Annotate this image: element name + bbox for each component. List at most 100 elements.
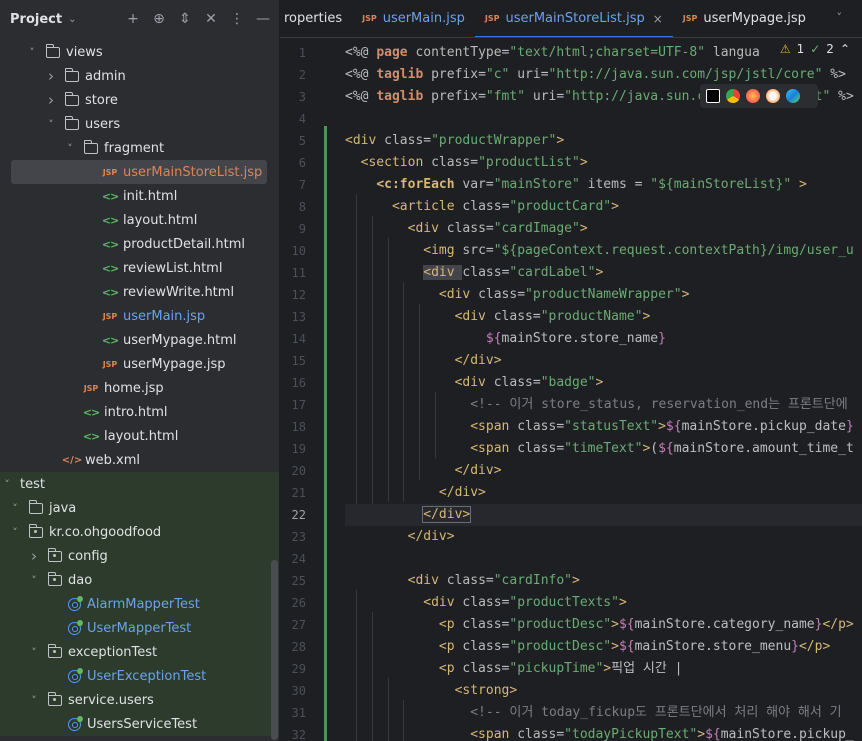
chevron-down-icon[interactable]: ˅	[27, 694, 41, 707]
code-token: class	[462, 639, 502, 654]
tree-item[interactable]: UserMapperTest	[0, 616, 279, 640]
tree-item[interactable]: UserExceptionTest	[0, 664, 279, 688]
jsp-file-icon: JSP	[484, 14, 500, 23]
tree-item[interactable]: <> layout.html	[0, 208, 279, 232]
hide-panel-icon[interactable]: —	[255, 11, 271, 27]
chevron-up-icon[interactable]: ⌃	[840, 42, 850, 56]
tree-item[interactable]: <> reviewList.html	[0, 256, 279, 280]
code-token: =	[532, 375, 541, 390]
tree-item[interactable]: <> init.html	[0, 184, 279, 208]
code-token: class	[462, 595, 502, 610]
chevron-right-icon[interactable]: ›	[44, 91, 58, 109]
line-number: 22	[291, 508, 306, 522]
code-token: "productList"	[478, 155, 580, 170]
safari-icon[interactable]	[766, 89, 780, 103]
tree-item[interactable]: JSP userMain.jsp	[0, 304, 279, 328]
tree-item[interactable]: <> intro.html	[0, 400, 279, 424]
html-file-icon: <>	[82, 405, 100, 419]
tab-userMain-jsp[interactable]: JSP userMain.jsp	[352, 0, 475, 37]
tree-item[interactable]: ˅ views	[0, 40, 279, 64]
firefox-icon[interactable]	[746, 89, 760, 103]
code-line: </div>	[345, 526, 455, 548]
line-number: 25	[291, 574, 306, 588]
tree-item[interactable]: <> userMypage.html	[0, 328, 279, 352]
tree-item[interactable]: › config	[0, 544, 279, 568]
jsp-file-icon: JSP	[83, 381, 99, 395]
tree-item[interactable]: ˅ java	[0, 496, 279, 520]
tab-userMypage-jsp[interactable]: JSP userMypage.jsp	[673, 0, 816, 37]
tree-item[interactable]: ˅ fragment	[0, 136, 279, 160]
new-file-icon[interactable]: +	[125, 11, 141, 27]
tree-item[interactable]: ˅ users	[0, 112, 279, 136]
tree-item[interactable]: <> layout.html	[0, 424, 279, 448]
code-token: "fmt"	[485, 89, 526, 104]
tree-item[interactable]: ˅ kr.co.ohgoodfood	[0, 520, 279, 544]
code-token: >	[611, 617, 619, 632]
chevron-down-icon[interactable]: ˅	[44, 118, 58, 131]
tab-properties[interactable]: roperties	[280, 0, 352, 37]
code-token: "timeText"	[564, 441, 643, 456]
inspection-widget[interactable]: ⚠ 1 ✓ 2 ⌃	[775, 40, 854, 58]
chevron-down-icon[interactable]: ˅	[27, 646, 41, 659]
code-token: items	[579, 177, 635, 192]
chevron-down-icon[interactable]: ˅	[8, 526, 22, 539]
tree-item-label: kr.co.ohgoodfood	[49, 524, 162, 540]
more-options-icon[interactable]: ⋮	[229, 11, 245, 27]
tab-userMainStoreList-jsp[interactable]: JSP userMainStoreList.jsp ×	[474, 0, 673, 37]
code-line: </div>	[345, 504, 862, 526]
chevron-down-icon[interactable]: ˅	[27, 574, 41, 587]
tree-item[interactable]: AlarmMapperTest	[0, 592, 279, 616]
tab-list-chevron-icon[interactable]: ˅	[837, 11, 843, 24]
tree-item[interactable]: › admin	[0, 64, 279, 88]
close-icon[interactable]: ×	[653, 12, 663, 26]
tree-item[interactable]: </> web.xml	[0, 448, 279, 472]
code-token: mainStore.category_name	[634, 617, 815, 632]
tree-item[interactable]: ˅ exceptionTest	[0, 640, 279, 664]
chevron-right-icon[interactable]: ›	[44, 67, 58, 85]
line-number: 21	[291, 486, 306, 500]
chevron-right-icon[interactable]: ›	[27, 547, 41, 565]
html-file-icon: <>	[102, 261, 119, 275]
chevron-down-icon[interactable]: ˅	[8, 502, 22, 515]
tree-item[interactable]: ˅ test	[0, 472, 279, 496]
code-area[interactable]: <%@ page contentType = "text/html;charset=…	[345, 38, 862, 741]
line-number: 30	[291, 684, 306, 698]
code-token: <!-- 이거 today_fickup도 프론트단에서 처리 해야 해서 기	[470, 705, 842, 720]
chevron-down-icon[interactable]: ˅	[25, 46, 39, 59]
ok-count: 2	[826, 42, 834, 56]
tree-item[interactable]: <> productDetail.html	[0, 232, 279, 256]
tree-item[interactable]: UsersServiceTest	[0, 712, 279, 736]
code-token: </p>	[798, 639, 831, 654]
project-title[interactable]: Project	[10, 12, 62, 27]
code-token: >	[658, 419, 666, 434]
tree-item[interactable]: <> reviewWrite.html	[0, 280, 279, 304]
tab-label: userMainStoreList.jsp	[505, 11, 645, 26]
tree-scrollbar[interactable]	[271, 560, 278, 740]
tree-item-label: dao	[68, 572, 93, 588]
test-class-icon	[67, 619, 83, 635]
expand-all-icon[interactable]: ⇕	[177, 11, 193, 27]
chrome-icon[interactable]	[726, 89, 740, 103]
tree-item[interactable]: › store	[0, 88, 279, 112]
code-token: "todayPickupText"	[564, 727, 698, 741]
tree-item[interactable]: ˅ service.users	[0, 688, 279, 712]
tree-item[interactable]: JSP userMypage.jsp	[0, 352, 279, 376]
chevron-down-icon[interactable]: ˅	[0, 478, 14, 491]
tree-item[interactable]: JSP home.jsp	[0, 376, 279, 400]
tree-item[interactable]: ˅ dao	[0, 568, 279, 592]
chevron-down-icon[interactable]: ⌄	[68, 14, 76, 25]
edge-icon[interactable]	[786, 89, 800, 103]
locate-icon[interactable]: ⊕	[151, 11, 167, 27]
code-line: <div class="badge">	[345, 372, 604, 394]
chevron-down-icon[interactable]: ˅	[63, 142, 77, 155]
tree-item[interactable]: JSP userMainStoreList.jsp	[0, 160, 279, 184]
code-token: class	[517, 727, 557, 741]
code-line: </div>	[345, 460, 502, 482]
collapse-all-icon[interactable]: ✕	[203, 11, 219, 27]
line-number: 29	[291, 662, 306, 676]
intellij-icon[interactable]	[706, 89, 720, 103]
